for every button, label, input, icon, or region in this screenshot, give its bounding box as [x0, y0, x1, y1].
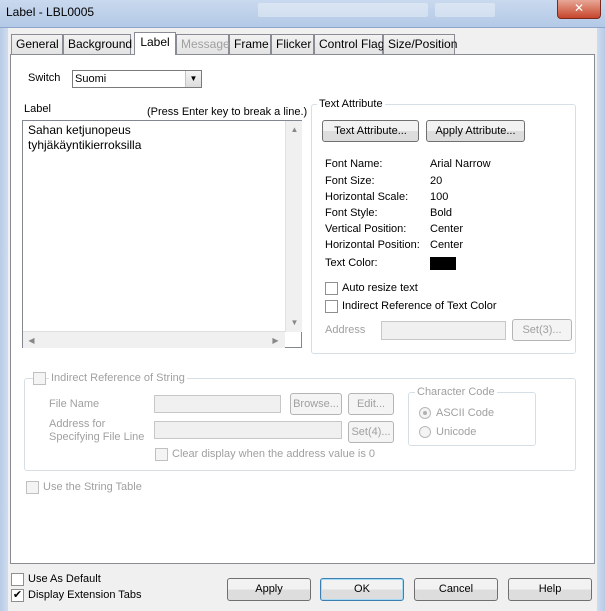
tab-frame[interactable]: Frame [229, 34, 271, 54]
font-name-label: Font Name: [325, 158, 383, 170]
display-extension-tabs-label: Display Extension Tabs [28, 589, 142, 601]
apply-attribute-button[interactable]: Apply Attribute... [426, 120, 525, 142]
edit-button: Edit... [348, 393, 394, 415]
scroll-right-icon[interactable]: ▶ [267, 332, 284, 349]
horizontal-scale-value: 100 [430, 191, 449, 203]
address-input [381, 321, 506, 340]
set3-button: Set(3)... [512, 319, 572, 341]
tab-general[interactable]: General [11, 34, 63, 54]
text-attribute-title: Text Attribute [317, 98, 385, 110]
apply-button[interactable]: Apply [227, 578, 311, 601]
chevron-down-icon[interactable]: ▼ [185, 71, 201, 87]
vertical-scrollbar[interactable]: ▲ ▼ [285, 121, 302, 332]
font-style-label: Font Style: [325, 207, 378, 219]
scroll-down-icon[interactable]: ▼ [286, 314, 303, 331]
font-size-label: Font Size: [325, 175, 375, 187]
text-color-label: Text Color: [325, 257, 378, 269]
horizontal-position-label: Horizontal Position: [325, 239, 420, 251]
switch-label: Switch [28, 72, 61, 84]
display-extension-tabs-checkbox[interactable]: ✔ [11, 589, 24, 602]
tab-size-position[interactable]: Size/Position [383, 34, 457, 54]
indirect-string-title: Indirect Reference of String [49, 372, 187, 384]
vertical-position-label: Vertical Position: [325, 223, 407, 235]
font-size-value: 20 [430, 175, 443, 187]
switch-select-value: Suomi [75, 73, 107, 85]
label-hint: (Press Enter key to break a line.) [147, 106, 308, 118]
title-bar-blurred-area-2 [435, 3, 495, 17]
cancel-button[interactable]: Cancel [414, 578, 498, 601]
clear-display-label: Clear display when the address value is … [172, 448, 376, 460]
tab-flicker[interactable]: Flicker [271, 34, 314, 54]
clear-display-checkbox [155, 448, 168, 461]
indirect-text-color-checkbox[interactable] [325, 300, 338, 313]
text-color-swatch [430, 257, 456, 270]
address-label: Address [325, 324, 366, 336]
use-as-default-checkbox[interactable] [11, 573, 24, 586]
horizontal-position-value: Center [430, 239, 464, 251]
window-frame-right [597, 28, 605, 611]
horizontal-scrollbar[interactable]: ◀ ▶ [23, 331, 285, 348]
address-for-label: Address for [49, 418, 106, 430]
font-name-value: Arial Narrow [430, 158, 491, 170]
indirect-text-color-label: Indirect Reference of Text Color [342, 300, 497, 312]
use-as-default-label: Use As Default [28, 573, 101, 585]
help-button[interactable]: Help [508, 578, 592, 601]
auto-resize-label: Auto resize text [342, 282, 418, 294]
title-bar-blurred-area [258, 3, 428, 17]
indirect-string-checkbox [33, 372, 46, 385]
window-frame-left [0, 28, 8, 611]
use-string-table-checkbox [26, 481, 39, 494]
auto-resize-checkbox[interactable] [325, 282, 338, 295]
set4-button: Set(4)... [348, 421, 394, 443]
label-heading: Label [24, 103, 51, 115]
ascii-radio [419, 407, 431, 419]
browse-button: Browse... [290, 393, 342, 415]
scroll-left-icon[interactable]: ◀ [23, 332, 40, 349]
tab-background[interactable]: Background [63, 34, 132, 54]
window-title: Label - LBL0005 [6, 5, 95, 19]
tab-control-flag[interactable]: Control Flag [314, 34, 384, 54]
file-name-label: File Name [49, 398, 100, 410]
horizontal-scale-label: Horizontal Scale: [325, 191, 409, 203]
tab-message: Message [176, 34, 230, 54]
scroll-up-icon[interactable]: ▲ [286, 121, 303, 138]
ascii-label: ASCII Code [436, 407, 495, 419]
file-line-address-input [154, 421, 342, 439]
unicode-radio [419, 426, 431, 438]
file-name-input [154, 395, 281, 413]
ok-button[interactable]: OK [320, 578, 404, 601]
specifying-file-line-label: Specifying File Line [49, 431, 145, 443]
vertical-position-value: Center [430, 223, 464, 235]
font-style-value: Bold [430, 207, 453, 219]
character-code-title: Character Code [415, 386, 497, 398]
tab-label[interactable]: Label [134, 32, 176, 55]
label-text-content: Sahan ketjunopeus tyhjäkäyntikierroksill… [28, 123, 142, 152]
unicode-label: Unicode [436, 426, 477, 438]
switch-select[interactable]: Suomi ▼ [72, 70, 202, 88]
label-text-area[interactable]: Sahan ketjunopeus tyhjäkäyntikierroksill… [22, 120, 302, 348]
use-string-table-label: Use the String Table [43, 481, 142, 493]
text-attribute-button[interactable]: Text Attribute... [322, 120, 419, 142]
close-button[interactable]: ✕ [557, 0, 601, 19]
